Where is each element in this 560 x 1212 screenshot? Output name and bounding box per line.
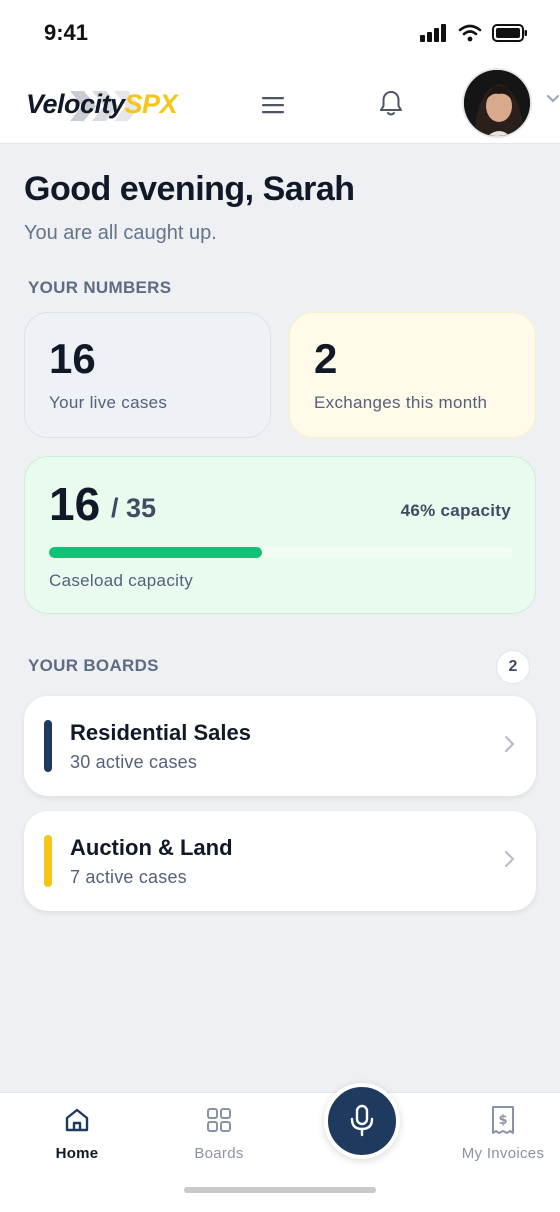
greeting-title: Good evening, Sarah: [24, 170, 355, 208]
signal-icon: [420, 24, 446, 42]
bell-icon: [380, 91, 402, 116]
notifications-button[interactable]: [374, 86, 408, 120]
section-label-boards: YOUR BOARDS: [28, 656, 159, 675]
app-header: VelocitySPX: [0, 66, 560, 144]
exchanges-card[interactable]: 2 Exchanges this month: [289, 312, 536, 438]
hamburger-icon: [262, 97, 284, 114]
live-cases-value: 16: [49, 335, 96, 382]
live-cases-label: Your live cases: [49, 393, 168, 412]
avatar-photo: [464, 70, 530, 136]
home-indicator: [184, 1187, 376, 1193]
logo-text-spx: SPX: [124, 88, 178, 119]
battery-icon: [492, 24, 527, 42]
receipt-icon: $: [492, 1106, 514, 1134]
microphone-icon: [350, 1104, 374, 1137]
velocityspx-logo[interactable]: VelocitySPX: [26, 86, 178, 122]
tab-my-invoices[interactable]: $ My Invoices: [448, 1103, 558, 1167]
chevron-right-icon: [505, 736, 515, 752]
live-cases-card[interactable]: 16 Your live cases: [24, 312, 271, 438]
chevron-right-icon: [505, 851, 515, 867]
grid-icon: [207, 1108, 231, 1132]
board-color-stripe: [44, 720, 52, 772]
board-subtitle: 7 active cases: [70, 867, 187, 887]
tab-home[interactable]: Home: [22, 1103, 132, 1167]
capacity-label: Caseload capacity: [49, 571, 194, 590]
capacity-percent: 46% capacity: [400, 501, 511, 520]
exchanges-value: 2: [314, 335, 338, 382]
caseload-capacity-card[interactable]: 16 / 35 46% capacity Caseload capacity: [24, 456, 536, 614]
capacity-progress-track: [49, 547, 513, 558]
wifi-icon: [458, 24, 482, 42]
bottom-tab-bar: Home Boards $ My Invoices: [0, 1083, 560, 1212]
menu-button[interactable]: [258, 90, 288, 120]
home-icon: [65, 1108, 89, 1132]
section-label-numbers: YOUR NUMBERS: [28, 278, 172, 297]
chevron-down-icon[interactable]: [546, 94, 560, 104]
logo-text-velocity: Velocity: [26, 88, 125, 119]
board-card-residential-sales[interactable]: Residential Sales 30 active cases: [24, 696, 536, 796]
greeting-subtitle: You are all caught up.: [24, 222, 217, 244]
status-bar: 9:41: [0, 0, 560, 66]
svg-text:$: $: [498, 1113, 507, 1128]
capacity-total: / 35: [111, 493, 157, 523]
exchanges-label: Exchanges this month: [314, 393, 488, 412]
status-icons: [420, 24, 528, 42]
tab-boards-label: Boards: [194, 1145, 244, 1162]
voice-input-button[interactable]: [324, 1083, 400, 1159]
capacity-progress-fill: [49, 547, 263, 558]
board-color-stripe: [44, 835, 52, 887]
user-avatar[interactable]: [462, 68, 532, 138]
capacity-current: 16: [49, 478, 101, 530]
boards-count-badge: 2: [496, 650, 530, 684]
tab-home-label: Home: [55, 1145, 99, 1162]
tab-my-invoices-label: My Invoices: [461, 1145, 545, 1162]
board-subtitle: 30 active cases: [70, 752, 198, 772]
board-title: Auction & Land: [70, 835, 233, 860]
board-card-auction-land[interactable]: Auction & Land 7 active cases: [24, 811, 536, 911]
tab-boards[interactable]: Boards: [164, 1103, 274, 1167]
status-time: 9:41: [44, 20, 89, 45]
board-title: Residential Sales: [70, 720, 251, 745]
